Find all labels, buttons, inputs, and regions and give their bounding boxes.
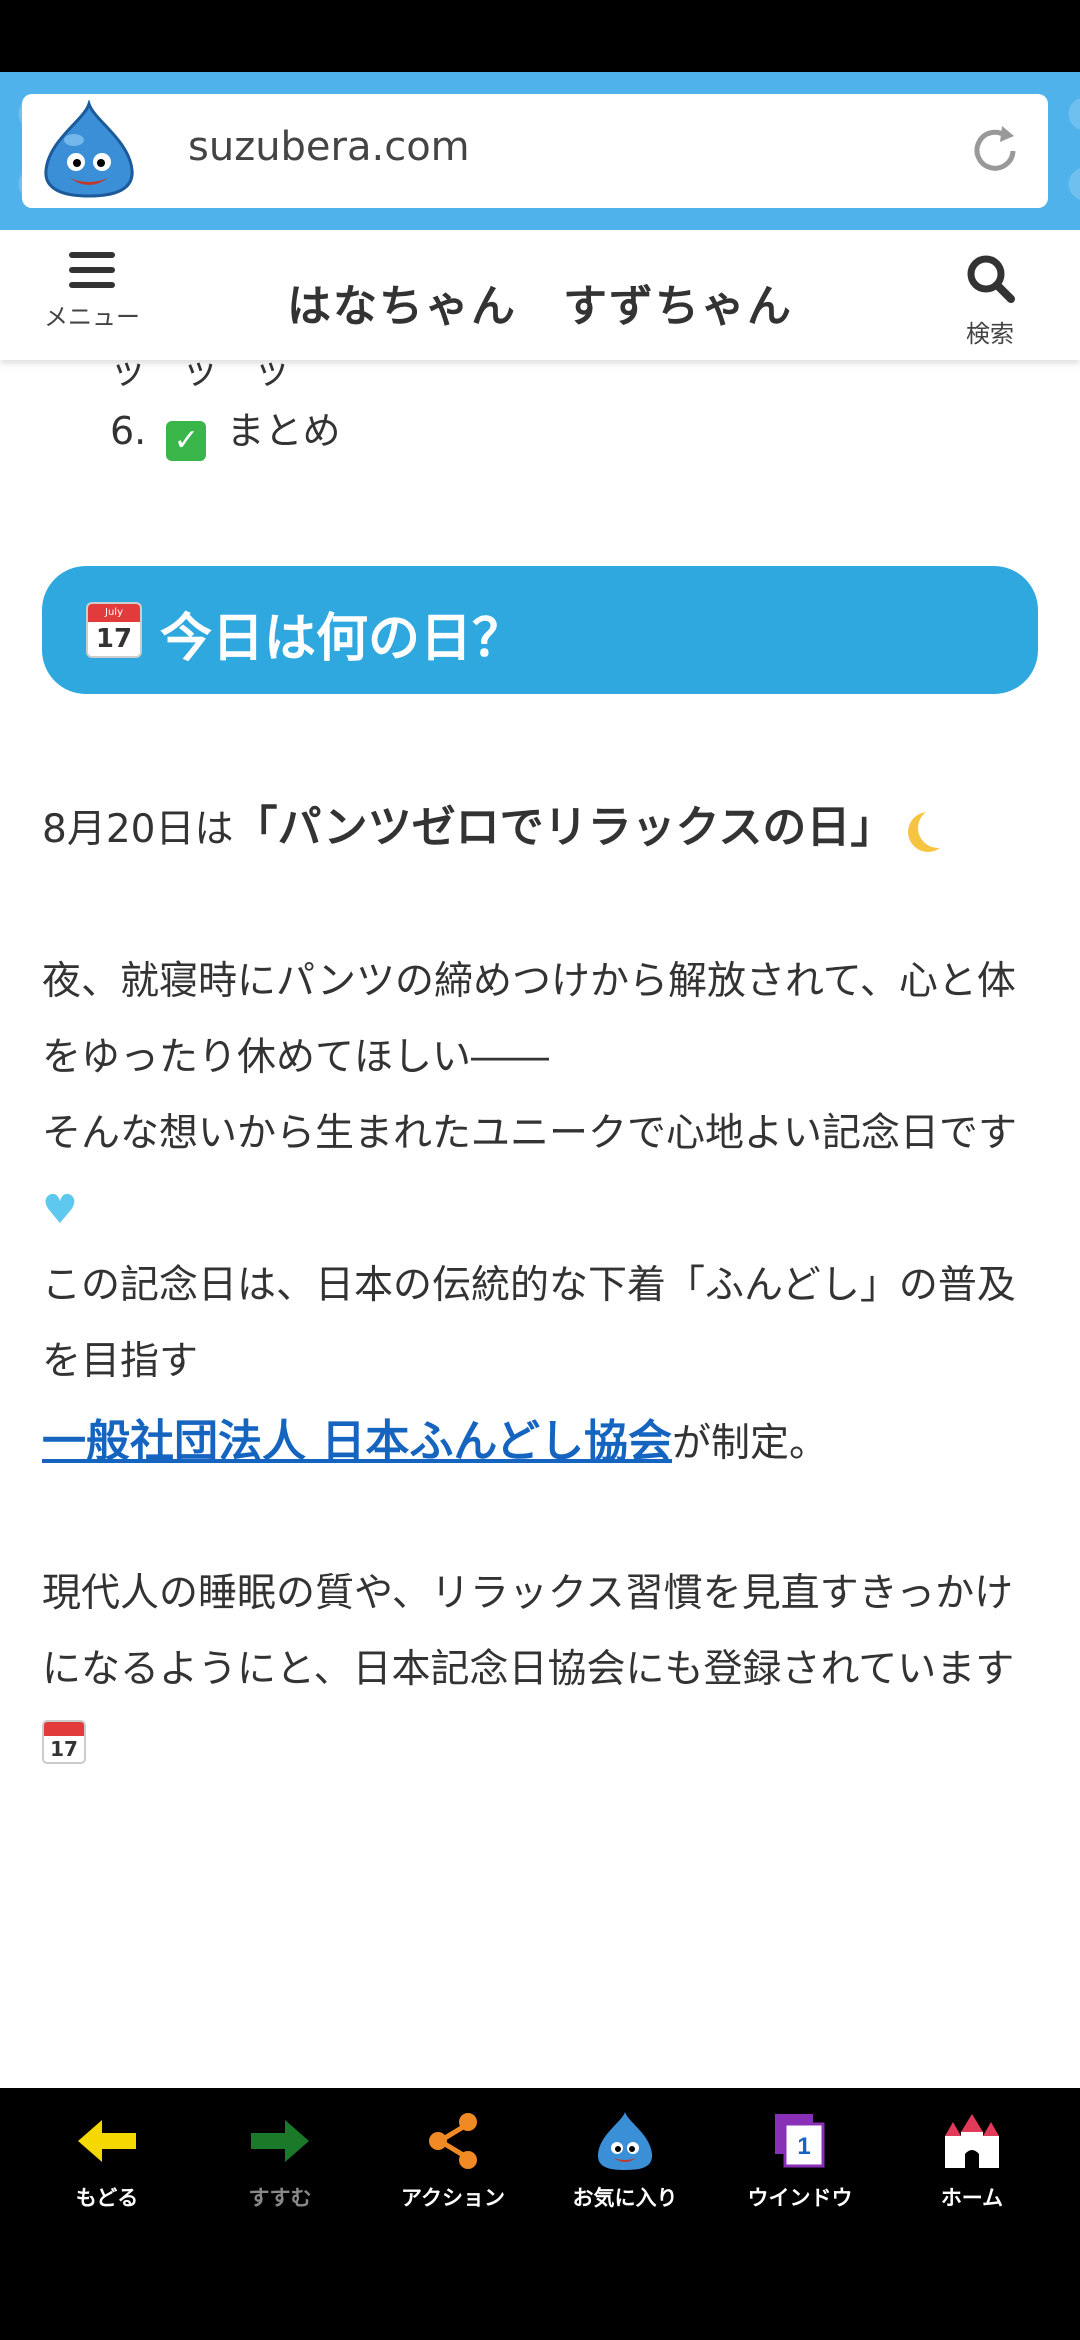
status-bar — [0, 0, 1080, 72]
paragraph-2-text: そんな想いから生まれたユニークで心地よい記念日です — [42, 1111, 1018, 1156]
back-arrow-icon — [78, 2120, 136, 2162]
date-prefix: 8月20日は — [42, 807, 234, 852]
home-button[interactable]: ホーム — [897, 2110, 1047, 2212]
day-name: 「パンツゼロでリラックスの日」 — [233, 802, 895, 853]
paragraph-2: そんな想いから生まれたユニークで心地よい記念日です ♥ — [42, 1096, 1042, 1249]
paragraph-1: 夜、就寝時にパンツの締めつけから解放されて、心と体をゆったり休めてほしい―― — [42, 959, 1016, 1080]
section-heading-text: 今日は何の日？ — [160, 609, 525, 669]
link-suffix: が制定。 — [672, 1421, 829, 1466]
castle-home-icon — [945, 2114, 999, 2168]
browser-toolbar: suzubera.com — [0, 72, 1080, 230]
window-icon: 1 — [775, 2114, 825, 2168]
crescent-moon-icon — [918, 808, 958, 848]
section-heading: July 17 今日は何の日？ — [42, 566, 1038, 694]
date-paragraph: 8月20日は「パンツゼロでリラックスの日」 — [42, 790, 1042, 868]
forward-button[interactable]: すすむ — [205, 2110, 355, 2212]
url-text[interactable]: suzubera.com — [188, 124, 470, 170]
paragraph-link: 一般社団法人 日本ふんどし協会が制定。 — [42, 1404, 1042, 1482]
search-icon — [967, 255, 1015, 303]
bottom-navigation: もどる すすむ アクション お気に入り 1 ウインドウ ホーム — [0, 2088, 1080, 2340]
slime-favorites-icon — [597, 2112, 653, 2170]
paragraph-3: この記念日は、日本の伝統的な下着「ふんどし」の普及を目指す — [42, 1263, 1016, 1384]
share-icon — [429, 2113, 477, 2169]
fundoshi-association-link[interactable]: 一般社団法人 日本ふんどし協会 — [42, 1416, 672, 1467]
paragraph-4: 現代人の睡眠の質や、リラックス習慣を見直すきっかけになるようにと、日本記念日協会… — [42, 1556, 1042, 1784]
calendar-icon: July 17 — [86, 602, 142, 658]
back-button[interactable]: もどる — [32, 2110, 182, 2212]
slime-icon[interactable] — [34, 100, 144, 200]
paragraph-4-text: 現代人の睡眠の質や、リラックス習慣を見直すきっかけになるようにと、日本記念日協会… — [42, 1571, 1015, 1692]
site-header: メニュー はなちゃん すずちゃん 検索 — [0, 230, 1080, 360]
reload-icon[interactable] — [966, 122, 1024, 180]
action-button[interactable]: アクション — [378, 2110, 528, 2212]
blue-heart-icon: ♥ — [42, 1187, 78, 1233]
forward-arrow-icon — [251, 2120, 309, 2162]
toc-item-summary[interactable]: 6. ✓ まとめ — [110, 400, 340, 461]
toc-item-number: 6. — [110, 409, 147, 453]
checkmark-icon: ✓ — [166, 421, 207, 461]
svg-text:1: 1 — [797, 2133, 810, 2160]
url-bar[interactable]: suzubera.com — [22, 94, 1048, 208]
site-title[interactable]: はなちゃん すずちゃん — [0, 270, 1080, 334]
window-button[interactable]: 1 ウインドウ — [725, 2110, 875, 2212]
toc-item-label: まとめ — [226, 409, 341, 453]
search-label: 検索 — [966, 320, 1014, 348]
calendar-icon-inline: 17 — [42, 1720, 86, 1764]
search-button[interactable]: 検索 — [940, 252, 1040, 352]
favorites-button[interactable]: お気に入り — [550, 2110, 700, 2212]
